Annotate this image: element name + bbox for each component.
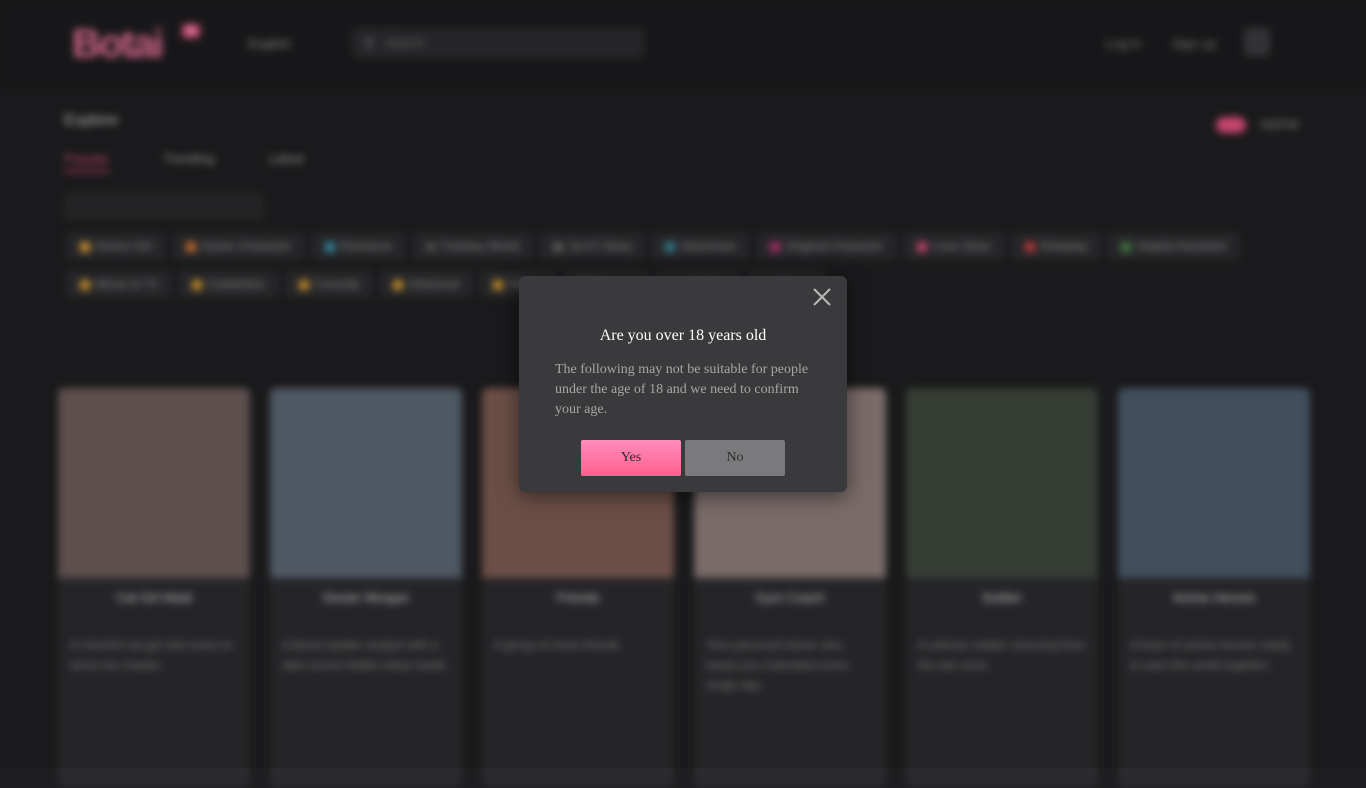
close-icon[interactable]: [811, 286, 833, 308]
yes-button[interactable]: Yes: [581, 440, 681, 476]
dialog-message: The following may not be suitable for pe…: [555, 362, 809, 417]
no-button[interactable]: No: [685, 440, 785, 476]
age-confirm-dialog: Are you over 18 years old The following …: [519, 276, 847, 492]
dialog-title: Are you over 18 years old: [599, 327, 767, 344]
